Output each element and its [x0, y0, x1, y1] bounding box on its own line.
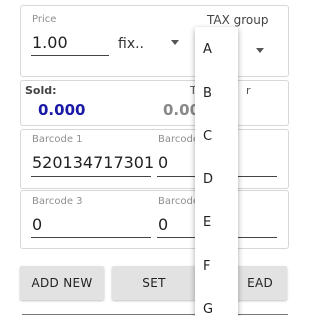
barcode-3-label: Barcode 3 [32, 196, 83, 207]
tax-option-f[interactable]: F [195, 245, 238, 288]
barcode-2-label: Barcode [158, 134, 195, 145]
tax-option-a[interactable]: A [195, 28, 238, 71]
barcode-4-label: Barcode [158, 196, 195, 207]
barcode-2-input[interactable]: 0 [158, 153, 188, 173]
tax-option-d[interactable]: D [195, 158, 238, 201]
sold-secondary-value: 0.00 [163, 101, 195, 119]
tax-option-g[interactable]: G [195, 288, 238, 316]
tax-group-label: TAX group [207, 13, 269, 27]
barcode-1-input[interactable]: 5201347173012 [32, 153, 154, 173]
sold-card-partial-label-right: r [246, 84, 251, 97]
barcode-3-input[interactable]: 0 [32, 215, 132, 235]
price-label: Price [32, 14, 57, 25]
tax-option-b[interactable]: B [195, 72, 238, 115]
set-button[interactable]: SET [112, 266, 196, 300]
tax-option-c[interactable]: C [195, 115, 238, 158]
barcode-3-underline [31, 237, 151, 238]
add-new-button[interactable]: ADD NEW [20, 266, 104, 300]
price-mode-chevron-down-icon[interactable] [171, 40, 179, 45]
price-mode-select[interactable]: fix.. [118, 34, 158, 54]
price-input-underline [31, 55, 109, 56]
product-edit-screen: Price 1.00 fix.. TAX group Sold: T r 0.0… [0, 0, 293, 316]
barcode-1-underline [31, 176, 151, 177]
barcode-1-label: Barcode 1 [32, 134, 83, 145]
sold-value: 0.000 [38, 101, 86, 119]
tax-option-e[interactable]: E [195, 201, 238, 244]
price-input[interactable]: 1.00 [32, 33, 112, 53]
sold-label: Sold: [25, 84, 57, 97]
barcode-4-input[interactable]: 0 [158, 215, 188, 235]
tax-group-dropdown-menu: A B C D E F G [195, 27, 238, 316]
tax-group-chevron-down-icon[interactable] [256, 48, 264, 53]
bottom-divider [22, 314, 288, 315]
